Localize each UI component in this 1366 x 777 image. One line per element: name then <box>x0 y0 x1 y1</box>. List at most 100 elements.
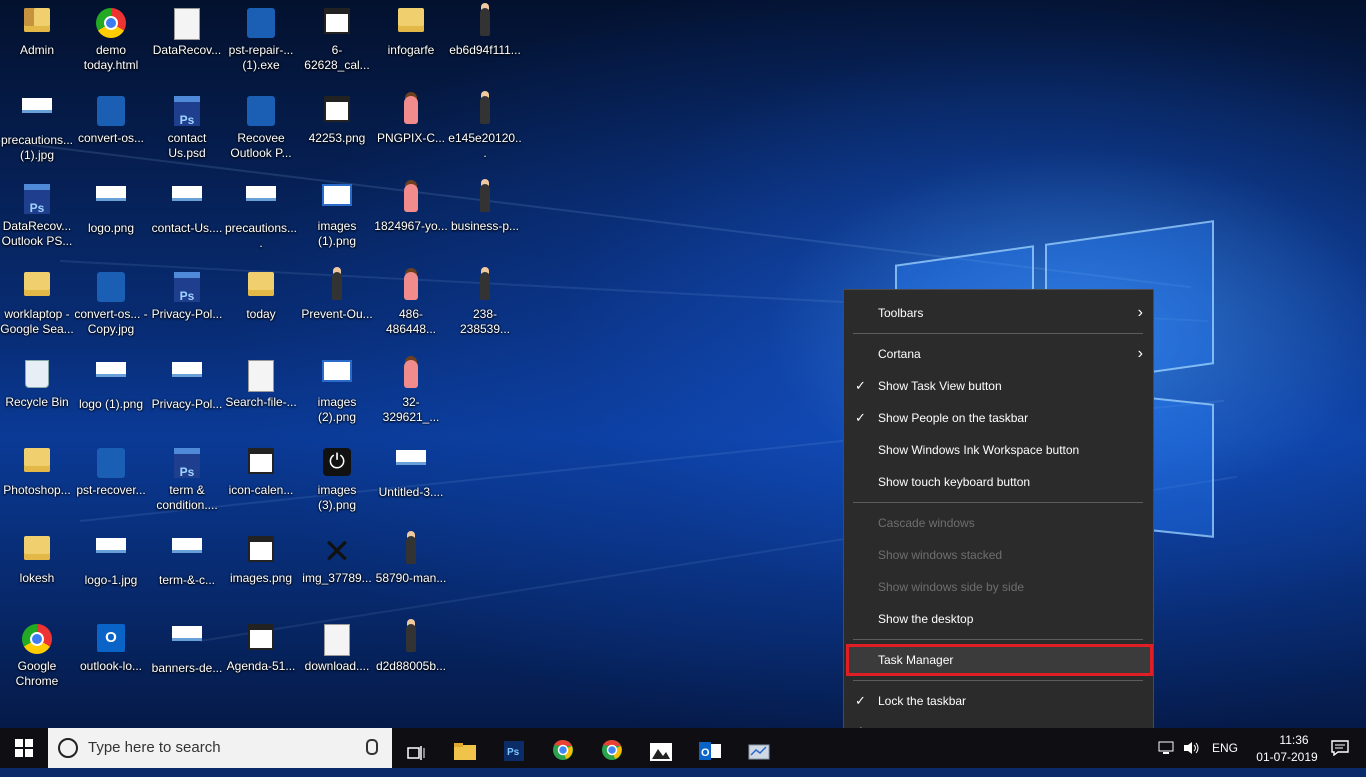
desktop-icon[interactable]: pst-repair-... (1).exe <box>224 0 298 84</box>
desktop-icon[interactable]: convert-os... - Copy.jpg <box>74 264 148 348</box>
desktop-icon[interactable]: ⏻ images (3).png <box>300 440 374 524</box>
desktop-icon-label: 486-486448... <box>385 307 437 336</box>
taskbar-app-photoshop[interactable]: Ps <box>490 728 538 768</box>
desktop-icon-label: Privacy-Pol... <box>151 397 223 411</box>
menu-item-lock-the-taskbar[interactable]: ✓ Lock the taskbar <box>844 687 1153 715</box>
desktop-icon-label: PNGPIX-C... <box>376 131 445 145</box>
desktop-icon-label: images (2).png <box>317 395 357 424</box>
desktop-icon-label: logo (1).png <box>78 397 144 411</box>
desktop-icon[interactable]: images (1).png <box>300 176 374 260</box>
search-box[interactable]: Type here to search <box>48 728 392 768</box>
desktop-icon[interactable]: worklaptop - Google Sea... <box>0 264 74 348</box>
desktop-icon[interactable]: infogarfe <box>374 0 448 84</box>
menu-item-toolbars[interactable]: Toolbars › <box>844 299 1153 327</box>
desktop-icon[interactable]: 42253.png <box>300 88 374 172</box>
desktop-icon[interactable]: contact-Us.... <box>150 176 224 260</box>
desktop-icon[interactable]: 6-62628_cal... <box>300 0 374 84</box>
desktop-icon[interactable]: images.png <box>224 528 298 612</box>
taskbar-app-photos[interactable] <box>637 728 685 768</box>
photoshop-icon: Ps <box>504 737 524 777</box>
desktop-icon[interactable]: precautions... (1).jpg <box>0 88 74 172</box>
app-dark-icon <box>245 96 277 128</box>
desktop-icon[interactable]: ✕ img_37789... <box>300 528 374 612</box>
desktop-icon[interactable]: Recycle Bin <box>0 352 74 436</box>
desktop-icon[interactable]: today <box>224 264 298 348</box>
app-dark-icon <box>95 448 127 480</box>
desktop-icon[interactable]: Ps Privacy-Pol... <box>150 264 224 348</box>
desktop-icon[interactable]: Admin <box>0 0 74 84</box>
desktop-icon[interactable]: logo-1.jpg <box>74 528 148 612</box>
taskbar-app-chrome[interactable] <box>539 728 587 768</box>
desktop-icon[interactable]: icon-calen... <box>224 440 298 524</box>
volume-icon[interactable] <box>1180 728 1204 768</box>
desktop[interactable]: Admin demo today.html DataRecov... pst-repa… <box>0 0 1366 728</box>
taskbar-app-file-explorer[interactable] <box>441 728 489 768</box>
desktop-icon[interactable]: 238-238539... <box>448 264 522 348</box>
desktop-icon-label: Recycle Bin <box>5 395 69 409</box>
desktop-icon[interactable]: eb6d94f111... <box>448 0 522 84</box>
desktop-icon[interactable]: DataRecov... <box>150 0 224 84</box>
desktop-icon[interactable]: precautions.... <box>224 176 298 260</box>
desktop-icon[interactable]: business-p... <box>448 176 522 260</box>
taskbar-app-network-app[interactable] <box>735 728 783 768</box>
chrome-icon <box>95 8 127 40</box>
taskbar-app-outlook[interactable]: O <box>686 728 734 768</box>
desktop-icon[interactable]: e145e20120... <box>448 88 522 172</box>
network-icon[interactable] <box>1154 728 1178 768</box>
desktop-icon[interactable]: term-&-c... <box>150 528 224 612</box>
menu-item-show-windows-ink-workspace-button[interactable]: Show Windows Ink Workspace button <box>844 436 1153 464</box>
taskbar-app-task-view[interactable] <box>392 728 440 768</box>
thumb-icon <box>171 538 203 570</box>
menu-item-show-the-desktop[interactable]: Show the desktop <box>844 605 1153 633</box>
checkmark-icon: ✓ <box>855 693 866 708</box>
desktop-icon[interactable]: Privacy-Pol... <box>150 352 224 436</box>
desktop-icon[interactable]: banners-de... <box>150 616 224 700</box>
desktop-icon[interactable]: pst-recover... <box>74 440 148 524</box>
menu-item-cortana[interactable]: Cortana › <box>844 340 1153 368</box>
clock-time[interactable]: 11:36 <box>1264 733 1324 747</box>
desktop-icon[interactable]: Ps term & condition.... <box>150 440 224 524</box>
desktop-icon[interactable]: 486-486448... <box>374 264 448 348</box>
action-center-icon[interactable] <box>1318 728 1362 768</box>
clock-date[interactable]: 01-07-2019 <box>1249 750 1325 764</box>
start-button[interactable] <box>0 728 48 768</box>
kid-icon <box>395 272 427 304</box>
psd-icon: Ps <box>171 448 203 480</box>
desktop-icon[interactable]: Untitled-3.... <box>374 440 448 524</box>
desktop-icon[interactable]: Ps DataRecov... Outlook PS... <box>0 176 74 260</box>
desktop-icon[interactable]: Prevent-Ou... <box>300 264 374 348</box>
desktop-icon[interactable]: 58790-man... <box>374 528 448 612</box>
menu-item-show-people-on-the-taskbar[interactable]: ✓ Show People on the taskbar <box>844 404 1153 432</box>
desktop-icon[interactable]: Photoshop... <box>0 440 74 524</box>
desktop-icon-label: Search-file-... <box>225 395 297 409</box>
desktop-icon[interactable]: d2d88005b... <box>374 616 448 700</box>
desktop-icon-label: contact Us.psd <box>167 131 207 160</box>
menu-separator <box>853 680 1143 681</box>
desktop-icon[interactable]: Google Chrome <box>0 616 74 700</box>
desktop-icon[interactable]: logo (1).png <box>74 352 148 436</box>
menu-item-show-touch-keyboard-button[interactable]: Show touch keyboard button <box>844 468 1153 496</box>
taskbar-app-chrome[interactable] <box>588 728 636 768</box>
desktop-icon[interactable]: Search-file-... <box>224 352 298 436</box>
thumb-icon <box>245 186 277 218</box>
desktop-icon[interactable]: Ooutlook-lo... <box>74 616 148 700</box>
desktop-icon[interactable]: demo today.html <box>74 0 148 84</box>
desktop-icon[interactable]: 1824967-yo... <box>374 176 448 260</box>
microphone-icon[interactable] <box>366 739 378 755</box>
language-indicator[interactable]: ENG <box>1212 741 1238 755</box>
desktop-icon[interactable]: logo.png <box>74 176 148 260</box>
desktop-icon-label: images (1).png <box>317 219 357 248</box>
svg-text:Ps: Ps <box>507 747 520 758</box>
desktop-icon[interactable]: Agenda-51... <box>224 616 298 700</box>
desktop-icon[interactable]: Ps contact Us.psd <box>150 88 224 172</box>
menu-item-show-task-view-button[interactable]: ✓ Show Task View button <box>844 372 1153 400</box>
desktop-icon[interactable]: images (2).png <box>300 352 374 436</box>
desktop-icon[interactable]: lokesh <box>0 528 74 612</box>
desktop-icon[interactable]: download.... <box>300 616 374 700</box>
desktop-icon[interactable]: Recovee Outlook P... <box>224 88 298 172</box>
desktop-icon[interactable]: PNGPIX-C... <box>374 88 448 172</box>
desktop-icon[interactable]: 32-329621_... <box>374 352 448 436</box>
menu-item-show-windows-stacked: Show windows stacked <box>844 541 1153 569</box>
desktop-icon[interactable]: convert-os... <box>74 88 148 172</box>
menu-item-task-manager[interactable]: Task Manager <box>846 644 1153 676</box>
